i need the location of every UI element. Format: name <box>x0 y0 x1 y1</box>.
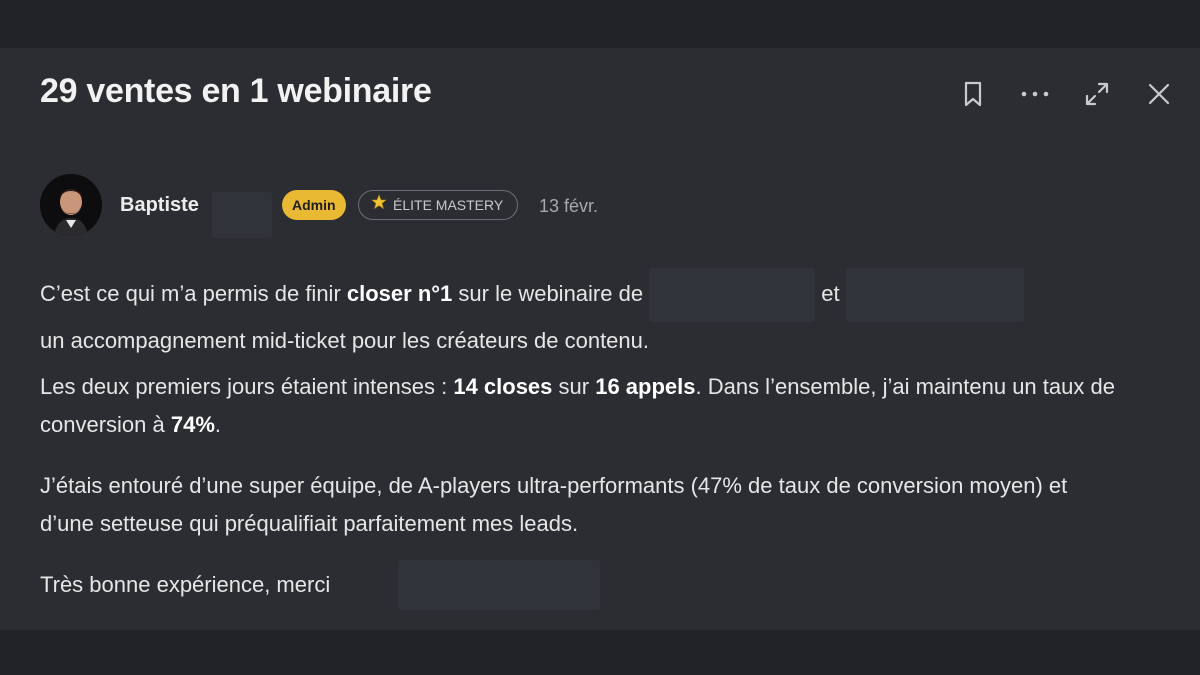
star-icon <box>371 191 387 219</box>
redacted-text <box>398 560 600 610</box>
post-paragraph-2: Les deux premiers jours étaient intenses… <box>40 374 1115 437</box>
redacted-surname <box>212 192 272 238</box>
bold-text: 74% <box>170 412 215 437</box>
redacted-text <box>845 268 1024 322</box>
author-row: Baptiste Admin ÉLITE MASTERY 13 févr. <box>40 174 940 238</box>
admin-badge: Admin <box>282 190 346 220</box>
page: 29 ventes en 1 webinaire Baptiste Admin … <box>0 0 1200 675</box>
post-date: 13 févr. <box>539 196 599 216</box>
post-paragraph-3: J’étais entouré d’une super équipe, de A… <box>40 473 1068 536</box>
bottom-bar <box>0 630 1200 675</box>
author-name[interactable]: Baptiste <box>120 194 199 217</box>
avatar[interactable] <box>40 174 102 236</box>
bookmark-icon[interactable] <box>957 78 989 110</box>
redacted-text <box>649 268 816 322</box>
elite-badge-label: ÉLITE MASTERY <box>393 197 504 213</box>
expand-icon[interactable] <box>1081 78 1113 110</box>
post-paragraph-1: C’est ce qui m’a permis de finir closer … <box>40 268 1160 360</box>
bold-text: closer n°1 <box>346 280 453 306</box>
more-options-icon[interactable] <box>1019 78 1051 110</box>
elite-mastery-badge: ÉLITE MASTERY <box>358 190 519 220</box>
post-paragraph-4: Très bonne expérience, merci <box>40 572 331 597</box>
bold-text: 14 closes <box>453 374 553 399</box>
close-icon[interactable] <box>1143 78 1175 110</box>
bold-text: 16 appels <box>595 374 696 399</box>
post-title: 29 ventes en 1 webinaire <box>40 72 432 110</box>
